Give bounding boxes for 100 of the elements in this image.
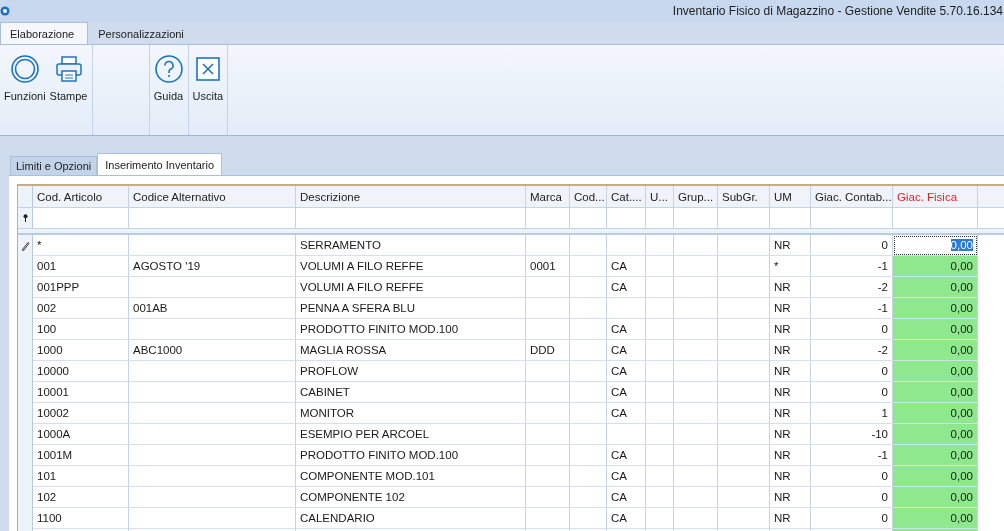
table-cell	[646, 319, 674, 340]
table-cell: SERRAMENTO	[296, 235, 526, 256]
column-header[interactable]: Cat....	[607, 186, 646, 207]
column-header[interactable]: UM	[770, 186, 811, 207]
table-cell: 101	[33, 466, 129, 487]
table-cell	[570, 277, 607, 298]
table-cell: *	[33, 235, 129, 256]
quantity-cell[interactable]: 0,00	[893, 508, 978, 529]
table-cell: NR	[770, 340, 811, 361]
table-cell: CA	[607, 445, 646, 466]
table-cell	[646, 466, 674, 487]
table-cell: CA	[607, 361, 646, 382]
quantity-cell[interactable]: 0,00	[893, 424, 978, 445]
column-header[interactable]: Marca	[526, 186, 570, 207]
table-cell	[718, 466, 770, 487]
table-cell: CALENDARIO	[296, 508, 526, 529]
table-cell	[570, 382, 607, 403]
table-cell: 10001	[33, 382, 129, 403]
quantity-cell[interactable]: 0,00	[893, 256, 978, 277]
ribbon-tab[interactable]: Elaborazione	[0, 22, 89, 44]
ribbon-button[interactable]: Guida	[151, 45, 186, 102]
column-header[interactable]: Cod...	[570, 186, 607, 207]
table-cell	[646, 508, 674, 529]
table-cell: PRODOTTO FINITO MOD.100	[296, 445, 526, 466]
table-cell	[570, 403, 607, 424]
table-cell	[674, 466, 718, 487]
table-cell	[570, 340, 607, 361]
printer-icon	[53, 54, 84, 84]
table-cell	[718, 298, 770, 319]
table-cell	[526, 277, 570, 298]
quantity-cell[interactable]: 0,00	[893, 487, 978, 508]
table-cell: NR	[770, 319, 811, 340]
table-cell	[718, 277, 770, 298]
table-cell: PROFLOW	[296, 361, 526, 382]
table-cell: CA	[607, 382, 646, 403]
table-cell	[718, 256, 770, 277]
table-cell: 001AB	[129, 298, 296, 319]
table-cell: COMPONENTE 102	[296, 487, 526, 508]
table-cell: MONITOR	[296, 403, 526, 424]
quantity-cell[interactable]: 0,00	[893, 319, 978, 340]
table-cell: 10002	[33, 403, 129, 424]
table-cell: NR	[770, 424, 811, 445]
table-cell: PENNA A SFERA BLU	[296, 298, 526, 319]
table-cell	[526, 319, 570, 340]
ribbon-button[interactable]: Uscita	[190, 45, 226, 102]
table-cell: CA	[607, 403, 646, 424]
table-cell: DDD	[526, 340, 570, 361]
table-cell	[674, 508, 718, 529]
table-cell	[526, 466, 570, 487]
table-cell	[570, 361, 607, 382]
ribbon-tab[interactable]: Personalizzazioni	[88, 22, 198, 44]
table-cell	[718, 340, 770, 361]
table-cell	[718, 403, 770, 424]
column-header[interactable]: U...	[646, 186, 674, 207]
table-cell: MAGLIA ROSSA	[296, 340, 526, 361]
quantity-cell[interactable]: 0,00	[893, 298, 978, 319]
column-header[interactable]: Cod. Articolo	[33, 186, 129, 207]
column-header[interactable]: SubGr.	[718, 186, 770, 207]
column-header[interactable]: Giac. Fisica	[893, 186, 978, 207]
table-cell: 1100	[33, 508, 129, 529]
table-cell	[570, 319, 607, 340]
quantity-cell[interactable]: 0,00	[893, 277, 978, 298]
ribbon-button[interactable]: Stampe	[47, 45, 90, 102]
quantity-cell[interactable]: 0,00	[893, 466, 978, 487]
ribbon-button[interactable]: Funzioni	[2, 45, 48, 102]
pin-icon	[22, 214, 28, 222]
table-cell	[570, 487, 607, 508]
table-cell	[646, 256, 674, 277]
table-cell	[526, 487, 570, 508]
page-tab[interactable]: Inserimento Inventario	[97, 153, 223, 175]
table-cell	[526, 361, 570, 382]
page-tab[interactable]: Limiti e Opzioni	[10, 156, 98, 175]
table-cell: NR	[770, 403, 811, 424]
table-cell	[526, 382, 570, 403]
table-cell: CA	[607, 277, 646, 298]
column-header[interactable]: Descrizione	[296, 186, 526, 207]
table-cell: NR	[770, 508, 811, 529]
table-cell: CABINET	[296, 382, 526, 403]
table-cell	[718, 424, 770, 445]
quantity-cell[interactable]: 0,00	[893, 382, 978, 403]
quantity-cell[interactable]: 0,00	[893, 340, 978, 361]
column-header[interactable]: Giac. Contab...	[811, 186, 893, 207]
table-cell	[607, 424, 646, 445]
table-cell	[646, 277, 674, 298]
table-cell: 10000	[33, 361, 129, 382]
column-header[interactable]: Grup...	[674, 186, 718, 207]
table-cell	[526, 298, 570, 319]
table-cell	[674, 424, 718, 445]
row-header[interactable]	[18, 235, 33, 256]
quantity-cell[interactable]: 0,00	[893, 403, 978, 424]
table-cell: 102	[33, 487, 129, 508]
table-cell	[674, 298, 718, 319]
table-cell	[570, 256, 607, 277]
column-header[interactable]: Codice Alternativo	[129, 186, 296, 207]
table-cell	[646, 361, 674, 382]
table-cell: NR	[770, 298, 811, 319]
table-cell: 100	[33, 319, 129, 340]
quantity-cell[interactable]: 0,00	[893, 361, 978, 382]
quantity-cell[interactable]: 0,00	[893, 235, 978, 256]
quantity-cell[interactable]: 0,00	[893, 445, 978, 466]
